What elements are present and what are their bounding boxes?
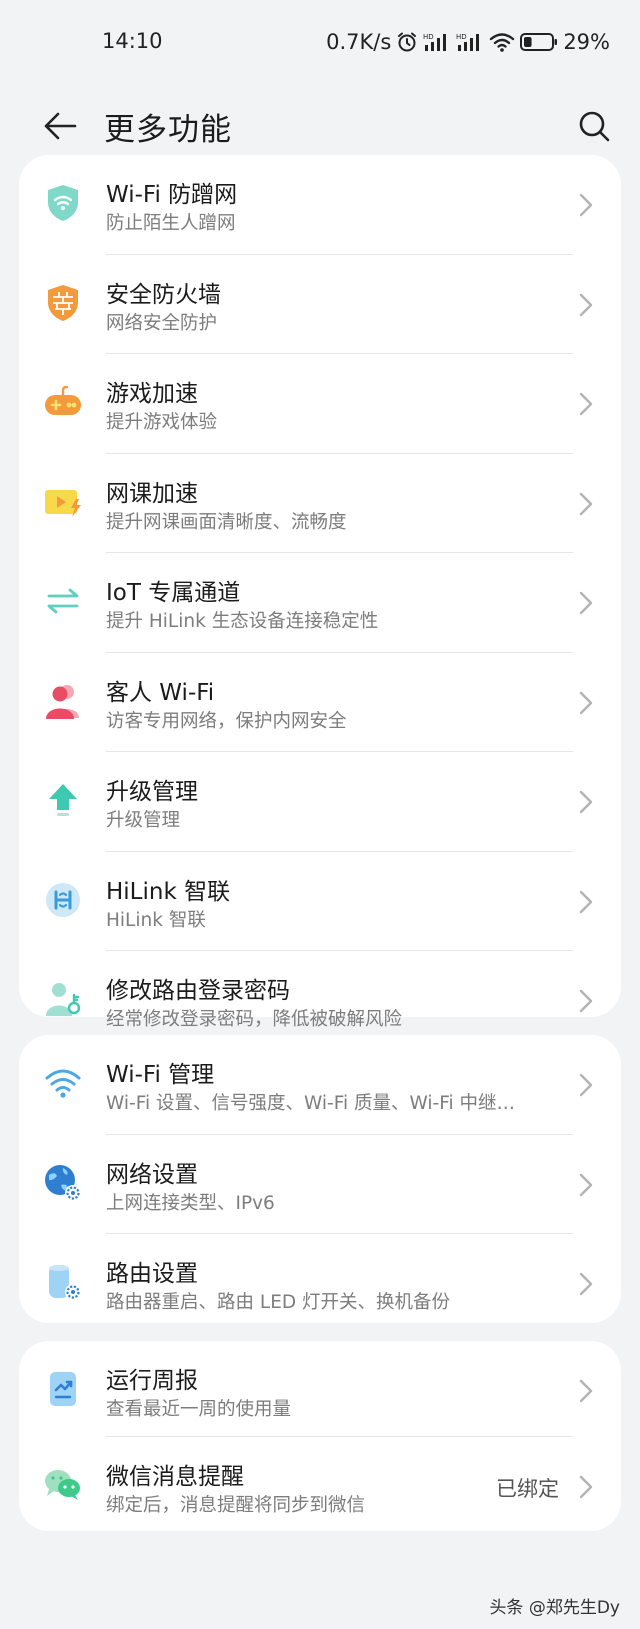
watermark: 头条 @郑先生Dy: [489, 1598, 620, 1618]
chevron-right-icon: [579, 392, 593, 416]
row-title: 游戏加速: [106, 381, 198, 407]
row-title: 升级管理: [106, 779, 198, 805]
back-button[interactable]: [40, 106, 80, 146]
feature-card: Wi-Fi 防蹭网 防止陌生人蹭网 安全防火墙 网络安全防护 游戏加速 提升游戏…: [19, 155, 621, 1030]
feature-row-guest-wifi[interactable]: 客人 Wi-Fi 访客专用网络，保护内网安全: [19, 653, 621, 752]
row-title: HiLink 智联: [106, 878, 231, 905]
row-title: 路由设置: [106, 1261, 198, 1287]
chevron-right-icon: [579, 1173, 593, 1196]
row-subtitle: 提升 HiLink 生态设备连接稳定性: [106, 611, 379, 632]
upgrade-icon: [41, 778, 85, 822]
network-speed: 0.7K/s: [326, 30, 392, 54]
settings-row-wifi[interactable]: Wi-Fi 管理 Wi-Fi 设置、信号强度、Wi-Fi 质量、Wi-Fi 中继…: [19, 1035, 621, 1135]
gamepad-icon: [41, 380, 85, 424]
row-subtitle: 查看最近一周的使用量: [106, 1399, 292, 1420]
chevron-right-icon: [579, 1272, 593, 1296]
row-title: 客人 Wi-Fi: [106, 679, 215, 706]
report-icon: [41, 1367, 85, 1411]
swap-arrows-icon: [41, 579, 85, 623]
row-title: IoT 专属通道: [106, 580, 241, 606]
hd-signal-icon: HD: [423, 33, 447, 51]
svg-text:HD: HD: [423, 33, 434, 41]
page-title: 更多功能: [104, 112, 232, 148]
hilink-icon: [41, 878, 85, 922]
chevron-right-icon: [579, 1073, 593, 1097]
chevron-right-icon: [579, 989, 593, 1013]
status-icons: 0.7K/s HD HD 29%: [326, 28, 610, 56]
chevron-right-icon: [579, 691, 593, 714]
row-subtitle: Wi-Fi 设置、信号强度、Wi-Fi 质量、Wi-Fi 中继…: [106, 1093, 516, 1114]
status-time: 14:10: [102, 29, 163, 53]
row-title: Wi-Fi 管理: [106, 1062, 215, 1088]
row-subtitle: 绑定后，消息提醒将同步到微信: [106, 1495, 366, 1516]
report-card: 运行周报 查看最近一周的使用量 微信消息提醒 绑定后，消息提醒将同步到微信 已绑…: [19, 1341, 621, 1531]
shield-wifi-icon: [41, 181, 85, 225]
row-title: Wi-Fi 防蹭网: [106, 182, 238, 208]
row-title: 微信消息提醒: [106, 1464, 244, 1490]
chevron-right-icon: [579, 591, 593, 615]
row-subtitle: 提升网课画面清晰度、流畅度: [106, 511, 347, 533]
chevron-right-icon: [579, 193, 593, 217]
feature-row-hilink[interactable]: HiLink 智联 HiLink 智联: [19, 852, 621, 951]
globe-gear-icon: [41, 1161, 85, 1205]
router-gear-icon: [41, 1260, 85, 1304]
report-row-weekly[interactable]: 运行周报 查看最近一周的使用量: [19, 1341, 621, 1437]
row-subtitle: 防止陌生人蹭网: [106, 213, 236, 234]
chevron-right-icon: [579, 1475, 593, 1499]
row-subtitle: 提升游戏体验: [106, 412, 218, 433]
wifi-manage-icon: [41, 1061, 85, 1105]
arrow-left-icon: [44, 112, 77, 140]
feature-row-class-boost[interactable]: 网课加速 提升网课画面清晰度、流畅度: [19, 454, 621, 553]
header: 更多功能: [0, 86, 640, 166]
feature-row-anti-rub[interactable]: Wi-Fi 防蹭网 防止陌生人蹭网: [19, 155, 621, 255]
search-button[interactable]: [574, 106, 614, 146]
row-subtitle: HiLink 智联: [106, 909, 206, 931]
svg-text:HD: HD: [456, 33, 467, 41]
firewall-icon: [41, 281, 85, 325]
settings-card: Wi-Fi 管理 Wi-Fi 设置、信号强度、Wi-Fi 质量、Wi-Fi 中继…: [19, 1035, 621, 1323]
row-title: 网课加速: [106, 480, 198, 507]
row-title: 修改路由登录密码: [106, 978, 290, 1004]
report-row-wechat[interactable]: 微信消息提醒 绑定后，消息提醒将同步到微信 已绑定: [19, 1437, 621, 1531]
row-subtitle: 经常修改登录密码，降低被破解风险: [106, 1009, 403, 1030]
battery-percent: 29%: [563, 30, 610, 54]
row-title: 运行周报: [106, 1368, 198, 1394]
battery-icon: [520, 33, 558, 51]
feature-row-upgrade[interactable]: 升级管理 升级管理: [19, 752, 621, 852]
row-subtitle: 访客专用网络，保护内网安全: [106, 710, 347, 732]
wechat-icon: [41, 1463, 85, 1507]
row-subtitle: 路由器重启、路由 LED 灯开关、换机备份: [106, 1292, 451, 1313]
wifi-icon: [490, 33, 515, 52]
feature-row-game-boost[interactable]: 游戏加速 提升游戏体验: [19, 354, 621, 454]
row-subtitle: 上网连接类型、IPv6: [106, 1192, 275, 1214]
settings-row-network[interactable]: 网络设置 上网连接类型、IPv6: [19, 1135, 621, 1234]
row-title: 网络设置: [106, 1161, 198, 1188]
settings-row-router[interactable]: 路由设置 路由器重启、路由 LED 灯开关、换机备份: [19, 1234, 621, 1334]
row-subtitle: 升级管理: [106, 810, 181, 831]
feature-row-iot-channel[interactable]: IoT 专属通道 提升 HiLink 生态设备连接稳定性: [19, 553, 621, 653]
bind-status: 已绑定: [496, 1477, 559, 1501]
chevron-right-icon: [579, 1379, 593, 1403]
feature-row-firewall[interactable]: 安全防火墙 网络安全防护: [19, 255, 621, 354]
chevron-right-icon: [579, 890, 593, 913]
row-subtitle: 网络安全防护: [106, 312, 218, 334]
alarm-icon: [398, 32, 417, 52]
search-icon: [579, 111, 610, 142]
guest-icon: [41, 679, 85, 723]
video-bolt-icon: [41, 480, 85, 524]
chevron-right-icon: [579, 790, 593, 814]
status-bar: 14:10 0.7K/s HD HD 29%: [0, 0, 640, 86]
hd-signal-icon: HD: [456, 33, 480, 51]
chevron-right-icon: [579, 293, 593, 316]
chevron-right-icon: [579, 492, 593, 515]
row-title: 安全防火墙: [106, 281, 221, 308]
user-key-icon: [41, 977, 85, 1021]
